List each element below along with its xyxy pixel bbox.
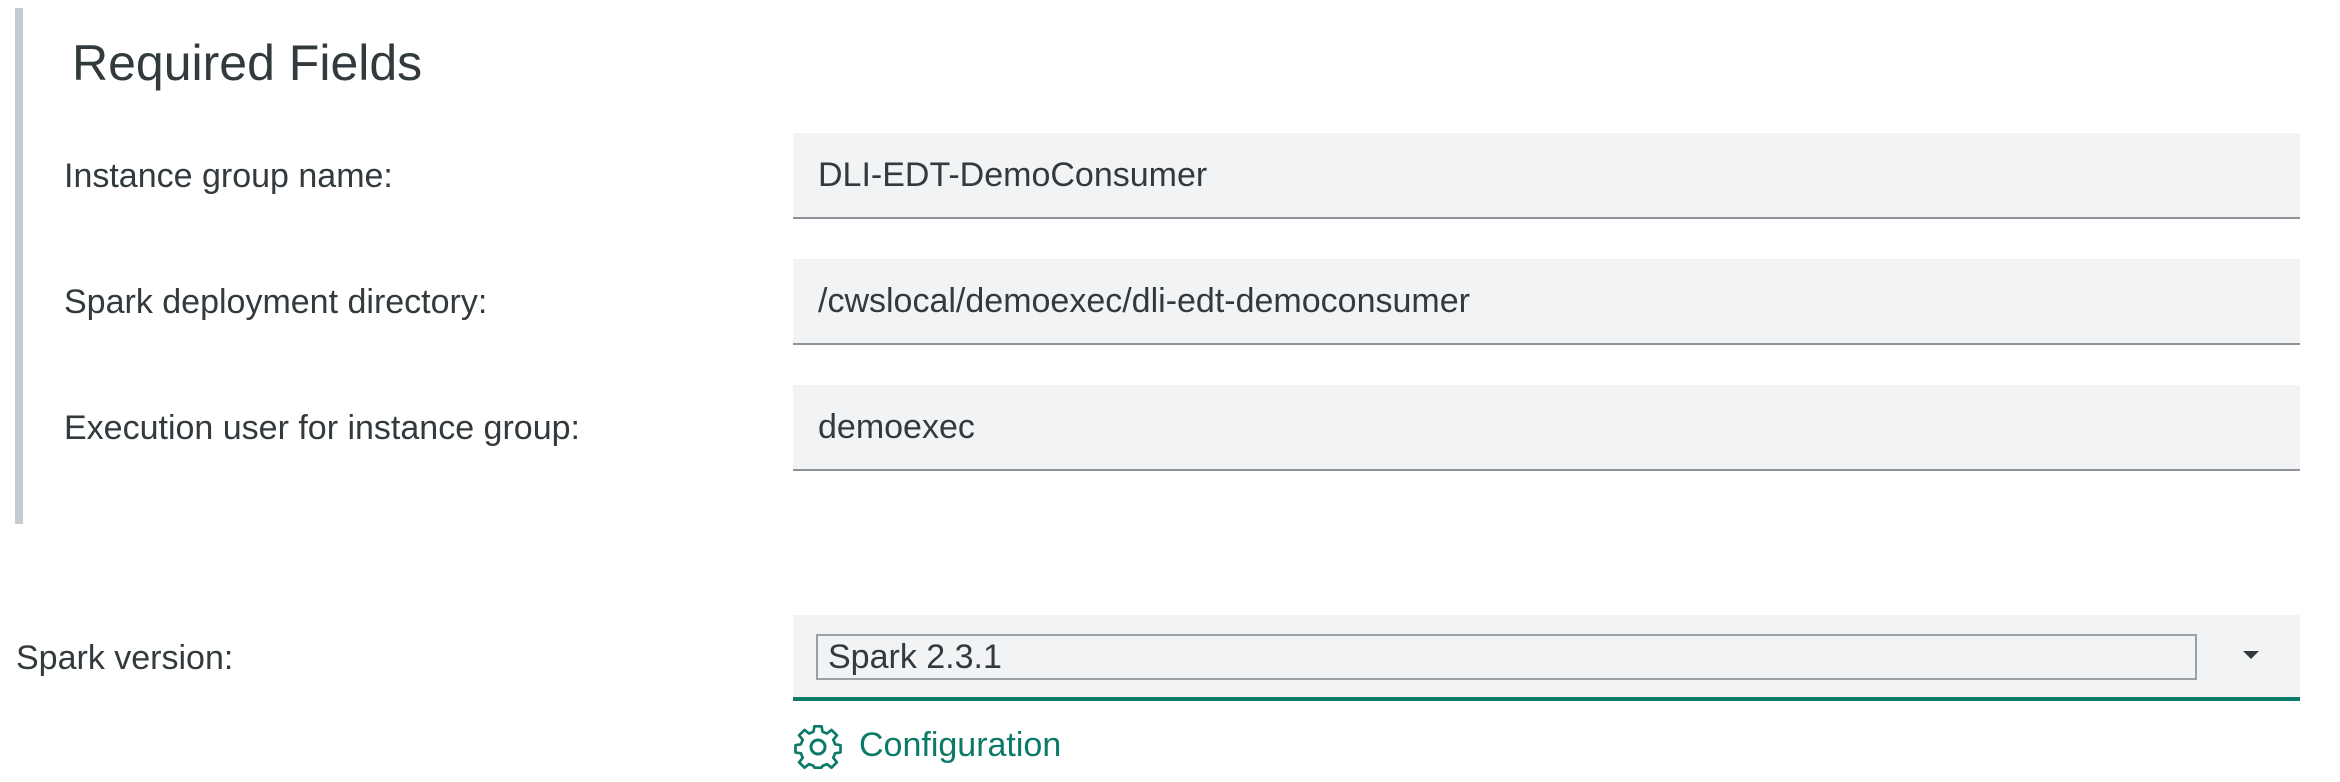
section-title: Required Fields [72,35,423,91]
form-page: Required Fields Instance group name: DLI… [0,0,2340,782]
spark-version-select[interactable]: Spark 2.3.1 [793,615,2300,701]
gear-icon [794,724,842,770]
execution-user-field[interactable]: demoexec [793,385,2300,471]
instance-group-name-label: Instance group name: [64,157,393,195]
instance-group-name-field[interactable]: DLI-EDT-DemoConsumer [793,133,2300,219]
spark-deployment-directory-field[interactable]: /cwslocal/demoexec/dli-edt-democonsumer [793,259,2300,345]
execution-user-label: Execution user for instance group: [64,409,580,447]
configuration-label[interactable]: Configuration [859,726,1061,765]
spark-version-label: Spark version: [16,639,234,677]
spark-version-value[interactable]: Spark 2.3.1 [816,634,2197,680]
configuration-link[interactable]: Configuration [793,720,1061,770]
chevron-down-icon[interactable] [2237,645,2265,665]
spark-deployment-directory-label: Spark deployment directory: [64,283,488,321]
